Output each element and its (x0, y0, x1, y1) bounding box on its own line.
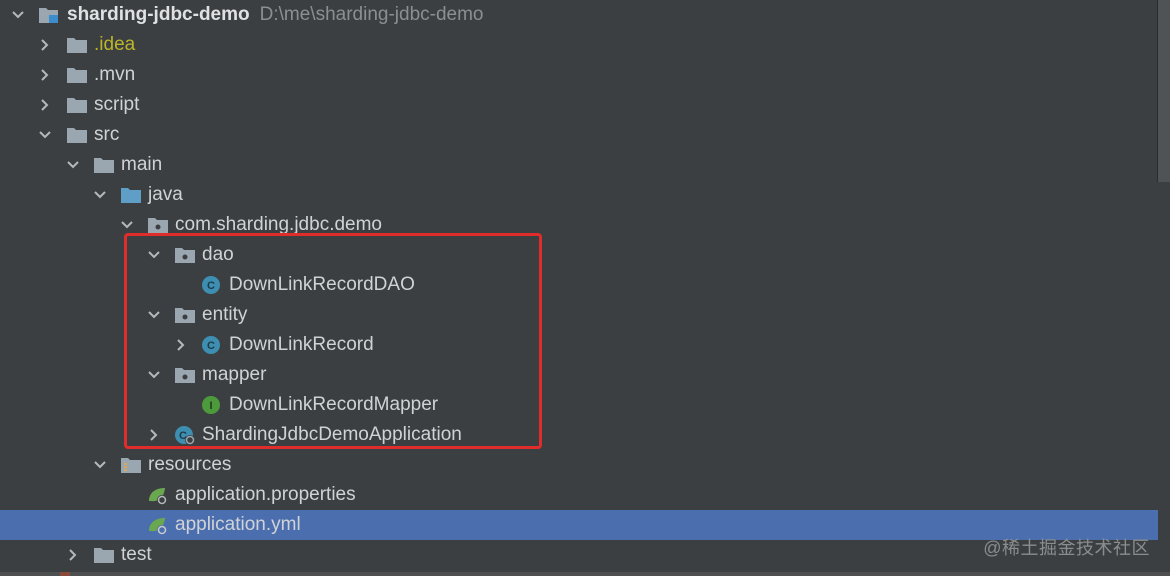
chevron-down-icon[interactable] (92, 450, 108, 480)
folder-icon (93, 155, 115, 175)
tree-row-root[interactable]: sharding-jdbc-demo D:\me\sharding-jdbc-de… (0, 0, 1158, 30)
red-highlight-box (124, 233, 542, 449)
folder-icon (66, 125, 88, 145)
tree-label: .mvn (94, 64, 136, 85)
source-folder-icon (120, 185, 142, 205)
folder-icon (66, 65, 88, 85)
chevron-right-icon[interactable] (37, 90, 53, 120)
watermark: @稀土掘金技术社区 (983, 538, 1150, 558)
tree-label: main (121, 154, 163, 175)
chevron-down-icon[interactable] (10, 0, 26, 30)
chevron-down-icon[interactable] (65, 150, 81, 180)
tree-row-application-properties[interactable]: application.properties (0, 480, 1158, 510)
tree-row-idea[interactable]: .idea (0, 30, 1158, 60)
folder-icon (66, 35, 88, 55)
spring-config-icon (147, 485, 169, 505)
project-name: sharding-jdbc-demo (67, 4, 250, 25)
resources-folder-icon (120, 455, 142, 475)
tree-label: src (94, 124, 120, 145)
package-icon (147, 215, 169, 235)
tree-row-mvn[interactable]: .mvn (0, 60, 1158, 90)
chevron-right-icon[interactable] (37, 30, 53, 60)
tree-row-src[interactable]: src (0, 120, 1158, 150)
folder-icon (93, 545, 115, 565)
module-icon (38, 5, 60, 25)
folder-icon (66, 95, 88, 115)
chevron-down-icon[interactable] (92, 180, 108, 210)
tree-row-resources[interactable]: resources (0, 450, 1158, 480)
tree-label: application.yml (175, 514, 301, 535)
project-path: D:\me\sharding-jdbc-demo (259, 4, 484, 25)
bottom-strip (0, 572, 1170, 576)
tree-row-java[interactable]: java (0, 180, 1158, 210)
chevron-right-icon[interactable] (37, 60, 53, 90)
vertical-scrollbar[interactable] (1157, 0, 1170, 182)
tree-label: .idea (94, 34, 136, 55)
chevron-right-icon[interactable] (65, 540, 81, 570)
tree-row-script[interactable]: script (0, 90, 1158, 120)
tree-label: resources (148, 454, 232, 475)
spring-config-icon (147, 515, 169, 535)
tree-label: test (121, 544, 152, 565)
tree-row-main[interactable]: main (0, 150, 1158, 180)
tree-label: script (94, 94, 140, 115)
tree-label: java (148, 184, 183, 205)
tree-label: application.properties (175, 484, 356, 505)
chevron-down-icon[interactable] (37, 120, 53, 150)
